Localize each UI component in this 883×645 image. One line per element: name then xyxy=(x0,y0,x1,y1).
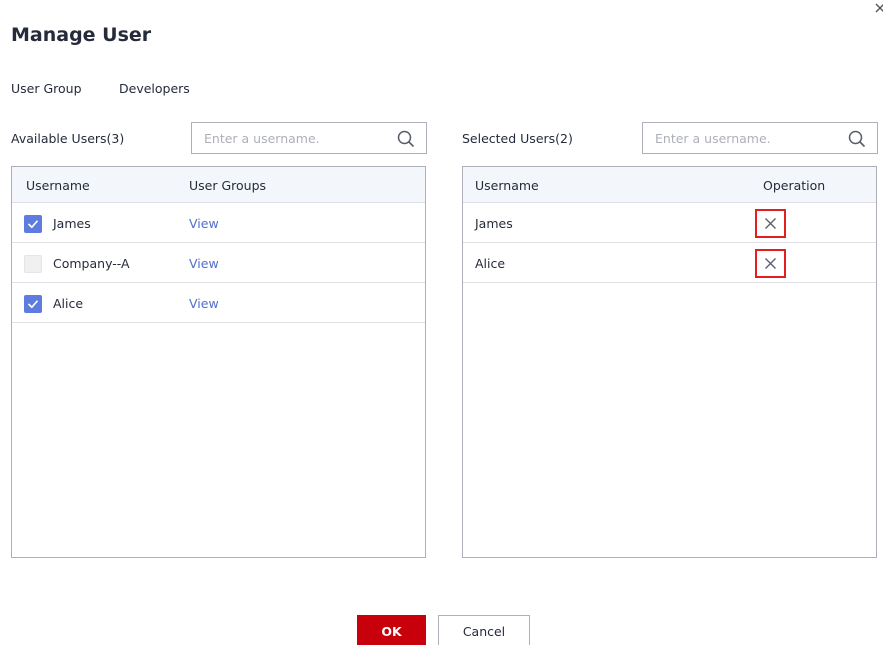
column-header-username: Username xyxy=(475,178,539,193)
remove-icon[interactable] xyxy=(755,209,786,238)
close-icon[interactable] xyxy=(874,0,883,14)
table-row: Alice View xyxy=(12,283,425,323)
table-row: James View xyxy=(12,203,425,243)
ok-button[interactable]: OK xyxy=(357,615,426,645)
available-search-box xyxy=(191,122,427,154)
selected-users-title: Selected Users(2) xyxy=(462,131,573,146)
table-row: Alice xyxy=(463,243,876,283)
table-header: Username Operation xyxy=(463,167,876,203)
available-search-input[interactable] xyxy=(192,123,392,153)
column-header-user-groups: User Groups xyxy=(189,178,267,193)
view-groups-link[interactable]: View xyxy=(189,256,219,271)
table-header: Username User Groups xyxy=(12,167,425,203)
view-groups-link[interactable]: View xyxy=(189,216,219,231)
row-username: James xyxy=(475,216,513,231)
selected-search-box xyxy=(642,122,878,154)
row-checkbox[interactable] xyxy=(24,255,42,273)
table-row: James xyxy=(463,203,876,243)
row-username: Company--A xyxy=(53,256,130,271)
row-username: Alice xyxy=(475,256,506,271)
row-username: James xyxy=(53,216,91,231)
view-groups-link[interactable]: View xyxy=(189,296,219,311)
search-icon[interactable] xyxy=(848,130,866,148)
selected-users-table: Username Operation James Alice xyxy=(462,166,877,558)
column-header-username: Username xyxy=(26,178,90,193)
cancel-button[interactable]: Cancel xyxy=(438,615,530,645)
available-users-title: Available Users(3) xyxy=(11,131,125,146)
table-row: Company--A View xyxy=(12,243,425,283)
user-group-label: User Group xyxy=(11,81,82,96)
search-icon[interactable] xyxy=(397,130,415,148)
row-username: Alice xyxy=(53,296,84,311)
dialog-title: Manage User xyxy=(11,24,152,46)
user-group-value: Developers xyxy=(119,81,190,96)
available-users-table: Username User Groups James View Company-… xyxy=(11,166,426,558)
row-checkbox[interactable] xyxy=(24,295,42,313)
column-header-operation: Operation xyxy=(763,178,826,193)
remove-icon[interactable] xyxy=(755,249,786,278)
selected-search-input[interactable] xyxy=(643,123,843,153)
row-checkbox[interactable] xyxy=(24,215,42,233)
